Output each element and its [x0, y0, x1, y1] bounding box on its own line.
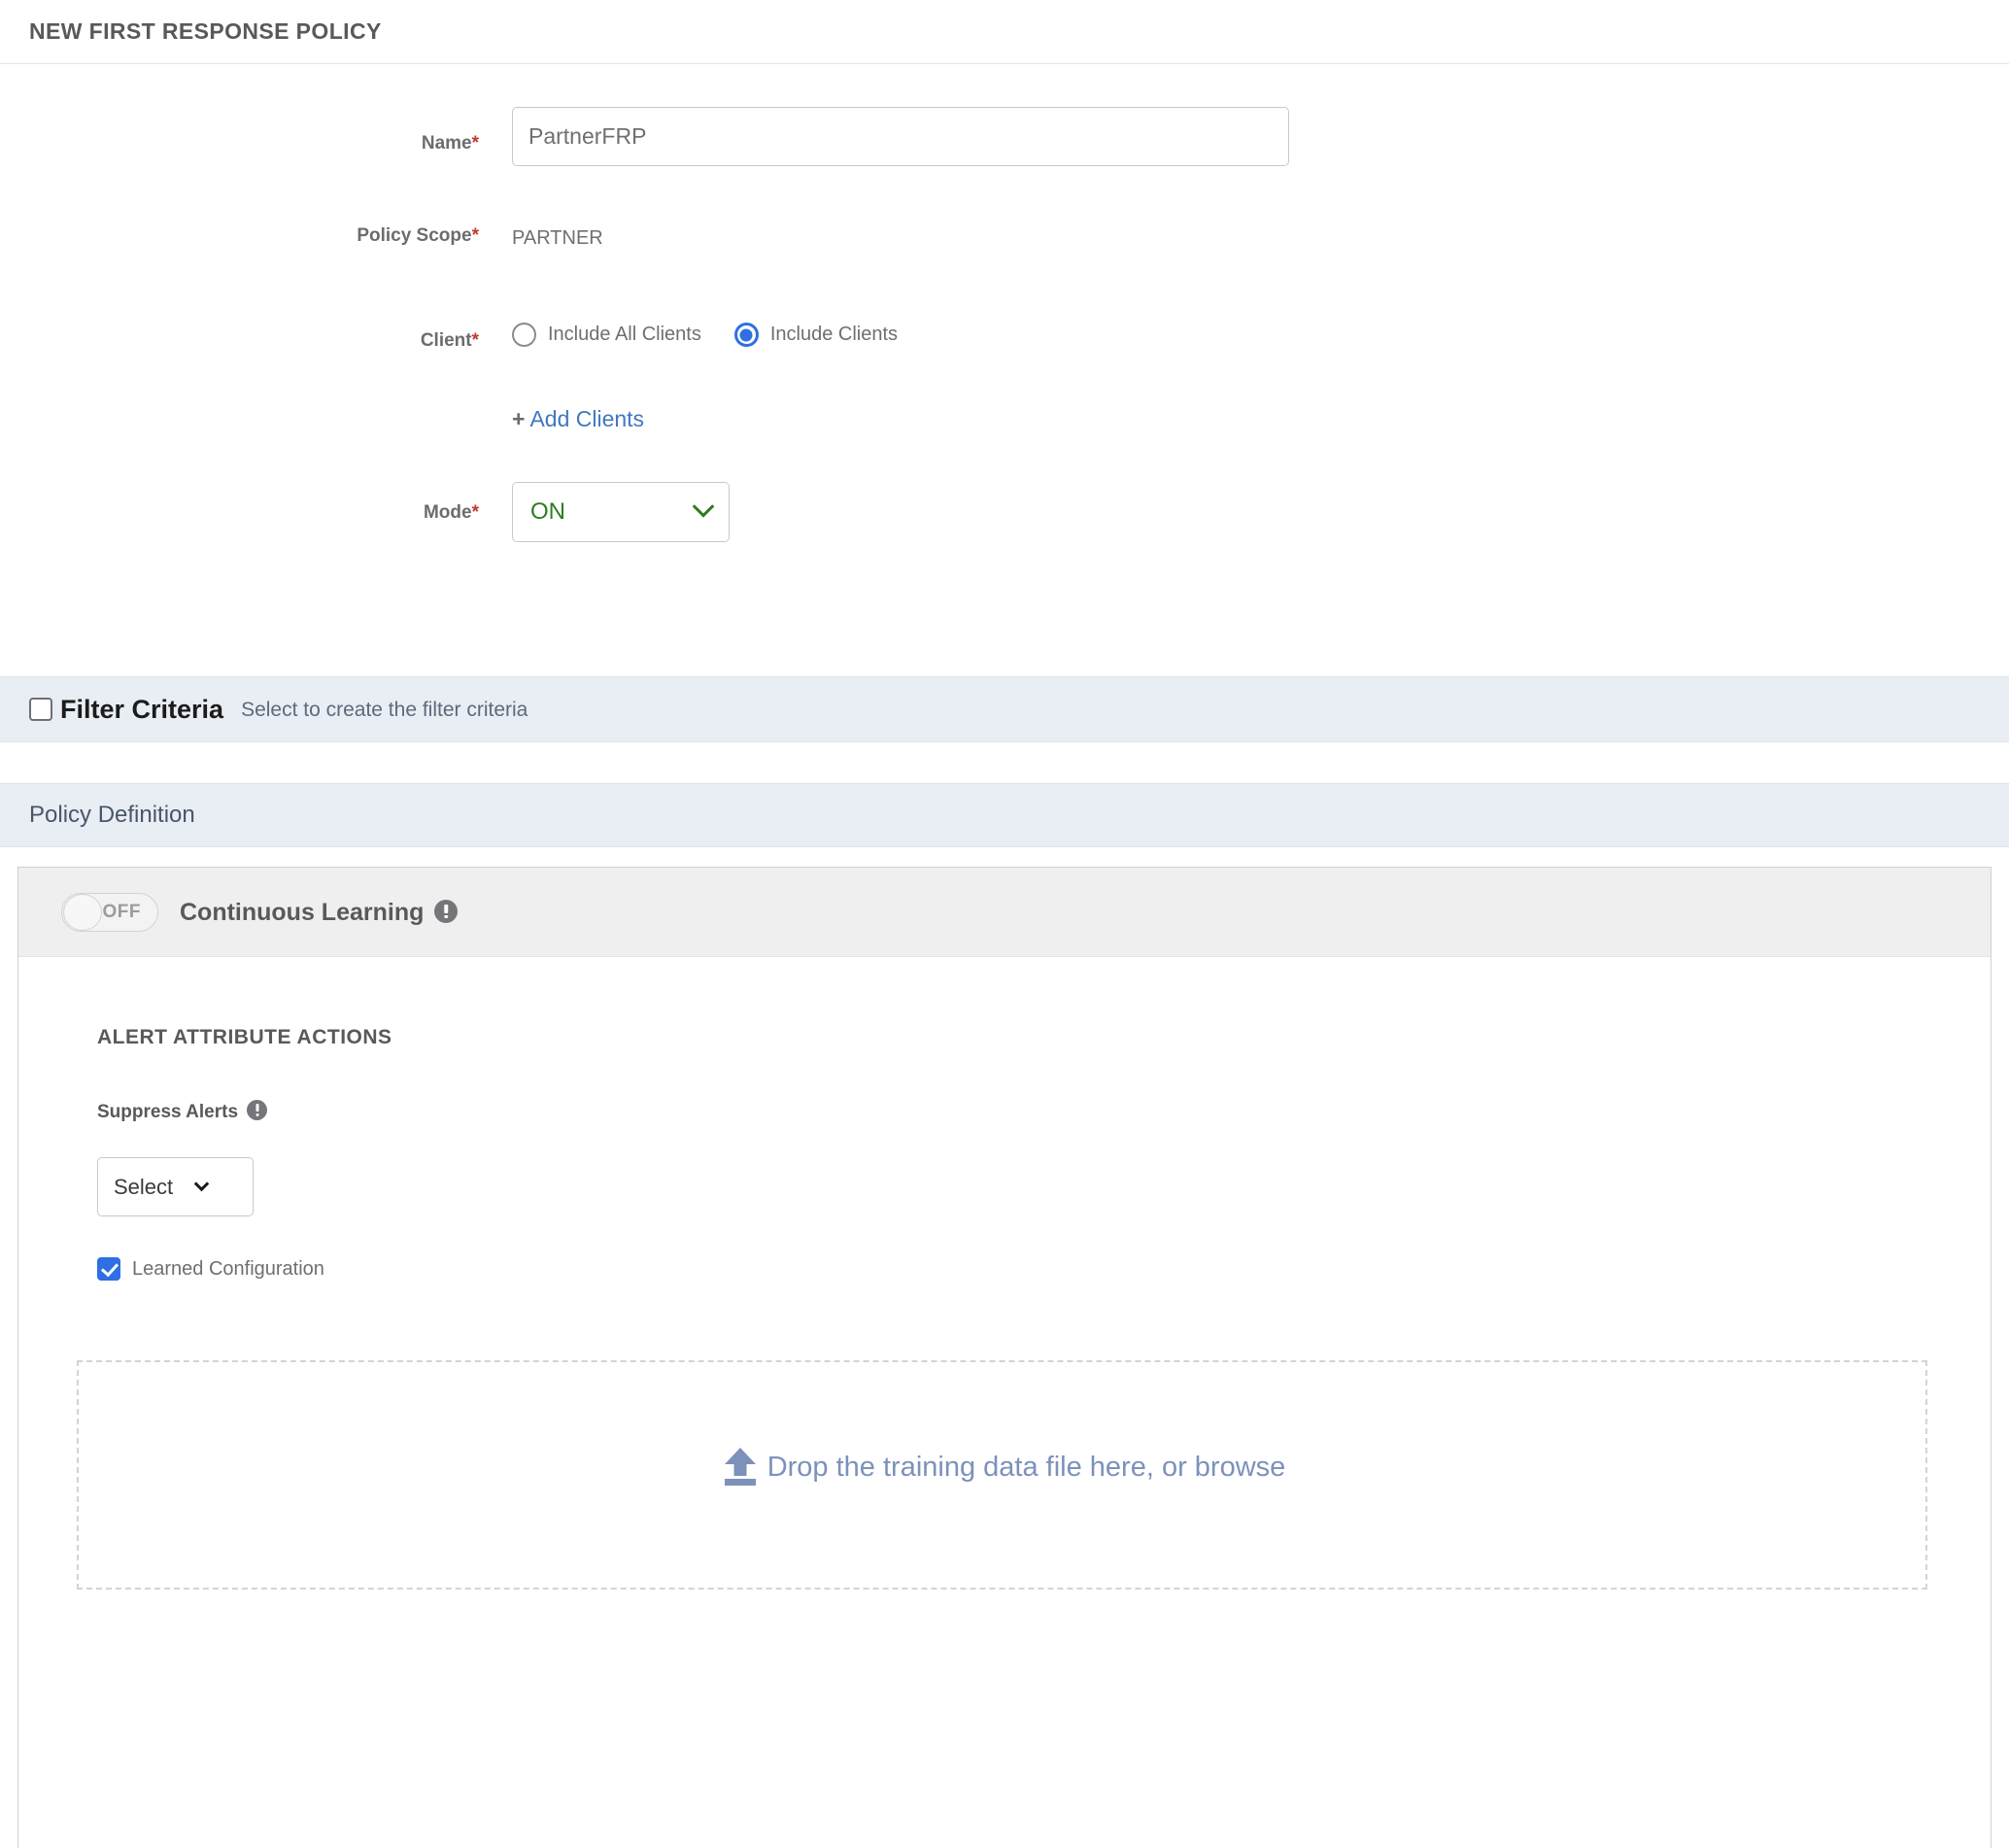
field-row-mode: Mode* ON: [0, 482, 2009, 542]
policy-scope-label-text: Policy Scope: [357, 225, 472, 246]
policy-definition-panel-outer: OFF Continuous Learning ALERT ATTRIBUTE …: [0, 847, 2009, 1848]
dropzone-text: Drop the training data file here, or bro…: [766, 1451, 1286, 1483]
client-control-wrap: Include All Clients Include Clients: [512, 323, 2009, 347]
radio-icon-include-clients[interactable]: [733, 323, 759, 347]
continuous-learning-row: OFF Continuous Learning: [18, 868, 1991, 957]
continuous-learning-label-text: Continuous Learning: [180, 898, 425, 926]
client-label-text: Client: [420, 330, 472, 351]
suppress-alerts-label: Suppress Alerts: [97, 1100, 1991, 1121]
radio-include-all-clients[interactable]: Include All Clients: [512, 323, 701, 347]
field-row-add-clients: + Add Clients: [0, 408, 2009, 431]
mode-label-text: Mode: [423, 502, 472, 523]
filter-criteria-band: Filter Criteria Select to create the fil…: [0, 676, 2009, 742]
suppress-alerts-label-text: Suppress Alerts: [97, 1102, 239, 1122]
mode-label: Mode*: [0, 482, 512, 522]
add-clients-label: Add Clients: [529, 406, 645, 431]
chevron-down-icon: [692, 496, 715, 518]
page-header: NEW FIRST RESPONSE POLICY: [0, 0, 2009, 64]
field-row-client: Client* Include All Clients Include Clie…: [0, 323, 2009, 350]
dropzone-inner: Drop the training data file here, or bro…: [719, 1446, 1286, 1489]
filter-criteria-title: Filter Criteria: [60, 694, 224, 724]
field-row-name: Name*: [0, 107, 2009, 166]
name-label: Name*: [0, 107, 512, 153]
plus-icon: +: [512, 406, 526, 431]
toggle-state-label: OFF: [102, 901, 141, 922]
filter-criteria-hint: Select to create the filter criteria: [241, 698, 528, 721]
client-radio-group: Include All Clients Include Clients: [512, 323, 2009, 347]
policy-scope-control-wrap: PARTNER: [512, 226, 2009, 249]
field-row-policy-scope: Policy Scope* PARTNER: [0, 226, 2009, 249]
suppress-alerts-select-value: Select: [114, 1174, 174, 1199]
continuous-learning-label: Continuous Learning: [180, 898, 459, 926]
continuous-learning-toggle[interactable]: OFF: [61, 892, 158, 932]
upload-icon: [719, 1446, 762, 1489]
radio-icon-include-all-clients[interactable]: [512, 323, 536, 347]
info-icon[interactable]: [434, 899, 459, 923]
name-control-wrap: [512, 107, 2009, 166]
name-required-asterisk: *: [471, 133, 479, 154]
policy-definition-panel: OFF Continuous Learning ALERT ATTRIBUTE …: [17, 867, 1992, 1848]
add-clients-link[interactable]: + Add Clients: [512, 408, 644, 430]
section-gap: [0, 742, 2009, 783]
learned-configuration-label: Learned Configuration: [132, 1258, 324, 1280]
policy-definition-band: Policy Definition: [0, 783, 2009, 847]
radio-label-include-clients: Include Clients: [769, 324, 899, 345]
upload-arrow-head: [724, 1448, 756, 1464]
learned-configuration-row[interactable]: Learned Configuration: [97, 1257, 1991, 1281]
filter-criteria-checkbox[interactable]: [29, 698, 52, 721]
toggle-knob: [63, 893, 102, 931]
page-title: NEW FIRST RESPONSE POLICY: [29, 18, 382, 44]
client-required-asterisk: *: [471, 330, 479, 351]
policy-scope-value: PARTNER: [512, 227, 603, 249]
mode-select-value: ON: [530, 498, 565, 525]
policy-form: Name* Policy Scope* PARTNER Client* Incl…: [0, 64, 2009, 676]
client-label: Client*: [0, 323, 512, 350]
alert-attribute-actions-section: ALERT ATTRIBUTE ACTIONS Suppress Alerts …: [18, 957, 1991, 1590]
mode-control-wrap: ON: [512, 482, 2009, 542]
mode-required-asterisk: *: [471, 502, 479, 523]
policy-definition-title: Policy Definition: [29, 802, 195, 828]
upload-arrow-stem: [733, 1463, 747, 1476]
radio-include-clients[interactable]: Include Clients: [733, 323, 899, 347]
mode-select[interactable]: ON: [512, 482, 730, 542]
training-data-dropzone[interactable]: Drop the training data file here, or bro…: [77, 1360, 1927, 1590]
suppress-alerts-select[interactable]: Select: [97, 1157, 254, 1216]
policy-scope-label: Policy Scope*: [0, 226, 512, 245]
radio-label-include-all-clients: Include All Clients: [548, 324, 701, 345]
policy-scope-required-asterisk: *: [471, 225, 479, 246]
name-label-text: Name: [421, 133, 472, 154]
add-clients-wrap: + Add Clients: [512, 408, 2009, 431]
info-icon[interactable]: [247, 1100, 268, 1120]
name-input[interactable]: [512, 107, 1289, 166]
chevron-down-icon: [193, 1176, 210, 1192]
alert-attribute-actions-title: ALERT ATTRIBUTE ACTIONS: [97, 1026, 392, 1048]
upload-arrow-base: [724, 1479, 756, 1486]
learned-configuration-checkbox[interactable]: [97, 1257, 120, 1281]
